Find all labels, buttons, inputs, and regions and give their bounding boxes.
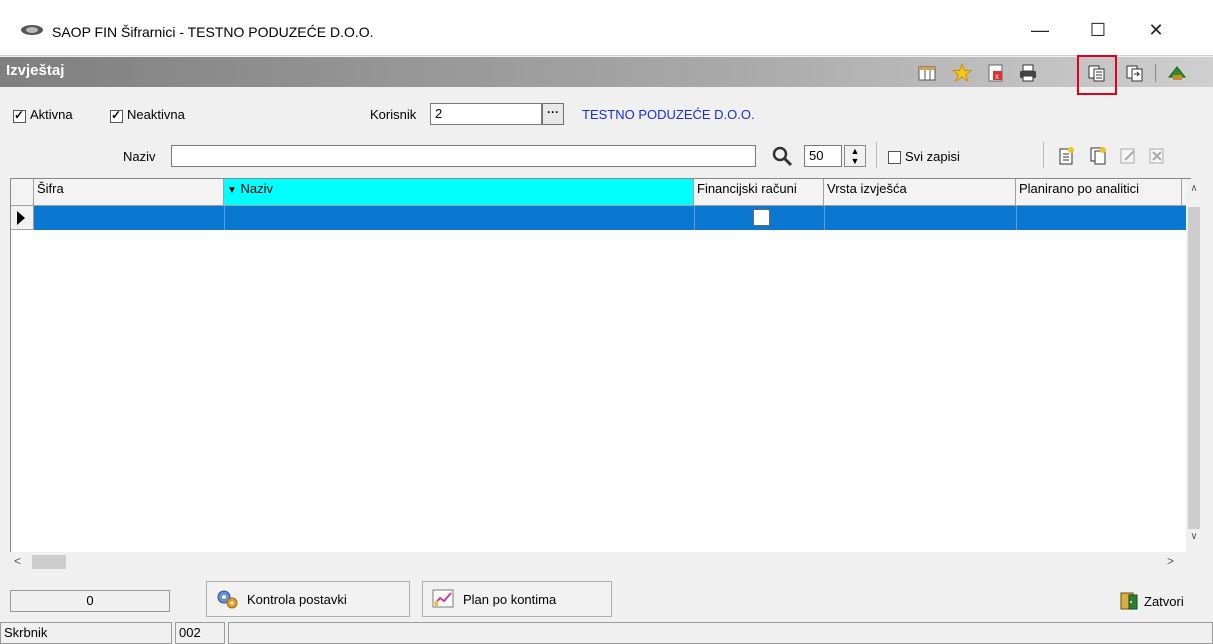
- copy-record-icon[interactable]: [1087, 145, 1109, 167]
- korisnik-browse-button[interactable]: ···: [542, 103, 564, 125]
- columns-icon[interactable]: [916, 62, 938, 84]
- kontrola-postavki-button[interactable]: Kontrola postavki: [206, 581, 410, 617]
- gears-icon: [217, 590, 238, 609]
- svi-zapisi-label: Svi zapisi: [905, 149, 960, 164]
- star-icon[interactable]: [951, 62, 973, 84]
- zatvori-button[interactable]: Zatvori: [1118, 590, 1184, 612]
- toolbar-separator: [1043, 142, 1044, 168]
- zatvori-label: Zatvori: [1144, 593, 1184, 609]
- sort-desc-icon: ▼: [227, 185, 237, 196]
- window-titlebar: SAOP FIN Šifrarnici - TESTNO PODUZEĆE D.…: [0, 0, 1213, 56]
- maximize-button[interactable]: ☐: [1075, 12, 1121, 48]
- row-indicator-header: [11, 179, 34, 206]
- status-code: 002: [175, 622, 225, 644]
- copy-records-icon[interactable]: [1086, 62, 1108, 84]
- financijski-checkbox[interactable]: [753, 209, 770, 226]
- scroll-down-icon[interactable]: ∨: [1188, 531, 1200, 542]
- column-header-financijski[interactable]: Financijski računi: [694, 179, 824, 206]
- minimize-button[interactable]: —: [1017, 12, 1063, 48]
- column-header-sifra[interactable]: Šifra: [34, 179, 224, 206]
- scroll-right-icon[interactable]: >: [1167, 554, 1174, 568]
- column-header-naziv-label: Naziv: [240, 181, 274, 196]
- record-count: 0: [10, 590, 170, 612]
- limit-spinner[interactable]: ▲ ▼: [844, 145, 866, 167]
- korisnik-input[interactable]: 2: [430, 103, 542, 125]
- new-record-icon[interactable]: [1055, 145, 1077, 167]
- svi-zapisi-checkbox[interactable]: [888, 151, 901, 164]
- search-icon[interactable]: [771, 145, 793, 167]
- plan-po-kontima-button[interactable]: Plan po kontima: [422, 581, 612, 617]
- toolbar-separator: [876, 142, 877, 168]
- row-indicator[interactable]: [11, 206, 34, 230]
- horizontal-scrollbar[interactable]: < >: [10, 552, 1191, 572]
- print-icon[interactable]: [1017, 62, 1039, 84]
- naziv-input[interactable]: [171, 145, 756, 167]
- scroll-left-icon[interactable]: <: [14, 554, 21, 568]
- status-message: [228, 622, 1213, 644]
- kontrola-postavki-label: Kontrola postavki: [247, 591, 347, 607]
- aktivna-checkbox[interactable]: [13, 108, 26, 123]
- grid-line: [1016, 206, 1017, 230]
- aktivna-label: Aktivna: [30, 107, 73, 122]
- naziv-label: Naziv: [123, 149, 156, 164]
- tree-icon[interactable]: [1166, 62, 1188, 84]
- scroll-up-icon[interactable]: ∧: [1188, 183, 1200, 194]
- section-title: Izvještaj: [6, 62, 65, 79]
- korisnik-label: Korisnik: [370, 107, 417, 122]
- neaktivna-checkbox[interactable]: [110, 108, 123, 123]
- copy-records-2-icon[interactable]: [1124, 62, 1146, 84]
- column-header-vrsta[interactable]: Vrsta izvješća: [824, 179, 1016, 206]
- svg-text:x: x: [995, 72, 999, 81]
- company-name: TESTNO PODUZEĆE D.O.O.: [582, 107, 755, 122]
- neaktivna-label: Neaktivna: [127, 107, 185, 122]
- edit-record-icon[interactable]: [1117, 145, 1139, 167]
- plan-po-kontima-label: Plan po kontima: [463, 591, 557, 607]
- status-user: Skrbnik: [0, 622, 172, 644]
- scroll-thumb[interactable]: [32, 555, 66, 569]
- records-grid[interactable]: Šifra ▼ Naziv Financijski računi Vrsta i…: [10, 178, 1202, 572]
- door-close-icon: [1120, 592, 1138, 610]
- app-icon: [20, 23, 44, 37]
- table-row[interactable]: [34, 206, 1192, 230]
- chart-icon: [432, 589, 454, 608]
- vertical-scrollbar[interactable]: ∧ ∨: [1186, 179, 1202, 571]
- grid-line: [694, 206, 695, 230]
- limit-input[interactable]: 50: [804, 145, 842, 167]
- grid-line: [224, 206, 225, 230]
- scroll-thumb[interactable]: [1188, 207, 1200, 529]
- grid-line: [824, 206, 825, 230]
- window-title: SAOP FIN Šifrarnici - TESTNO PODUZEĆE D.…: [52, 24, 374, 40]
- close-button[interactable]: ✕: [1133, 12, 1179, 48]
- export-icon[interactable]: x: [985, 62, 1007, 84]
- toolbar-separator: [1155, 64, 1156, 82]
- column-header-naziv[interactable]: ▼ Naziv: [224, 179, 694, 206]
- current-row-icon: [17, 211, 25, 225]
- delete-record-icon[interactable]: [1146, 145, 1168, 167]
- column-header-planirano[interactable]: Planirano po analitici: [1016, 179, 1182, 206]
